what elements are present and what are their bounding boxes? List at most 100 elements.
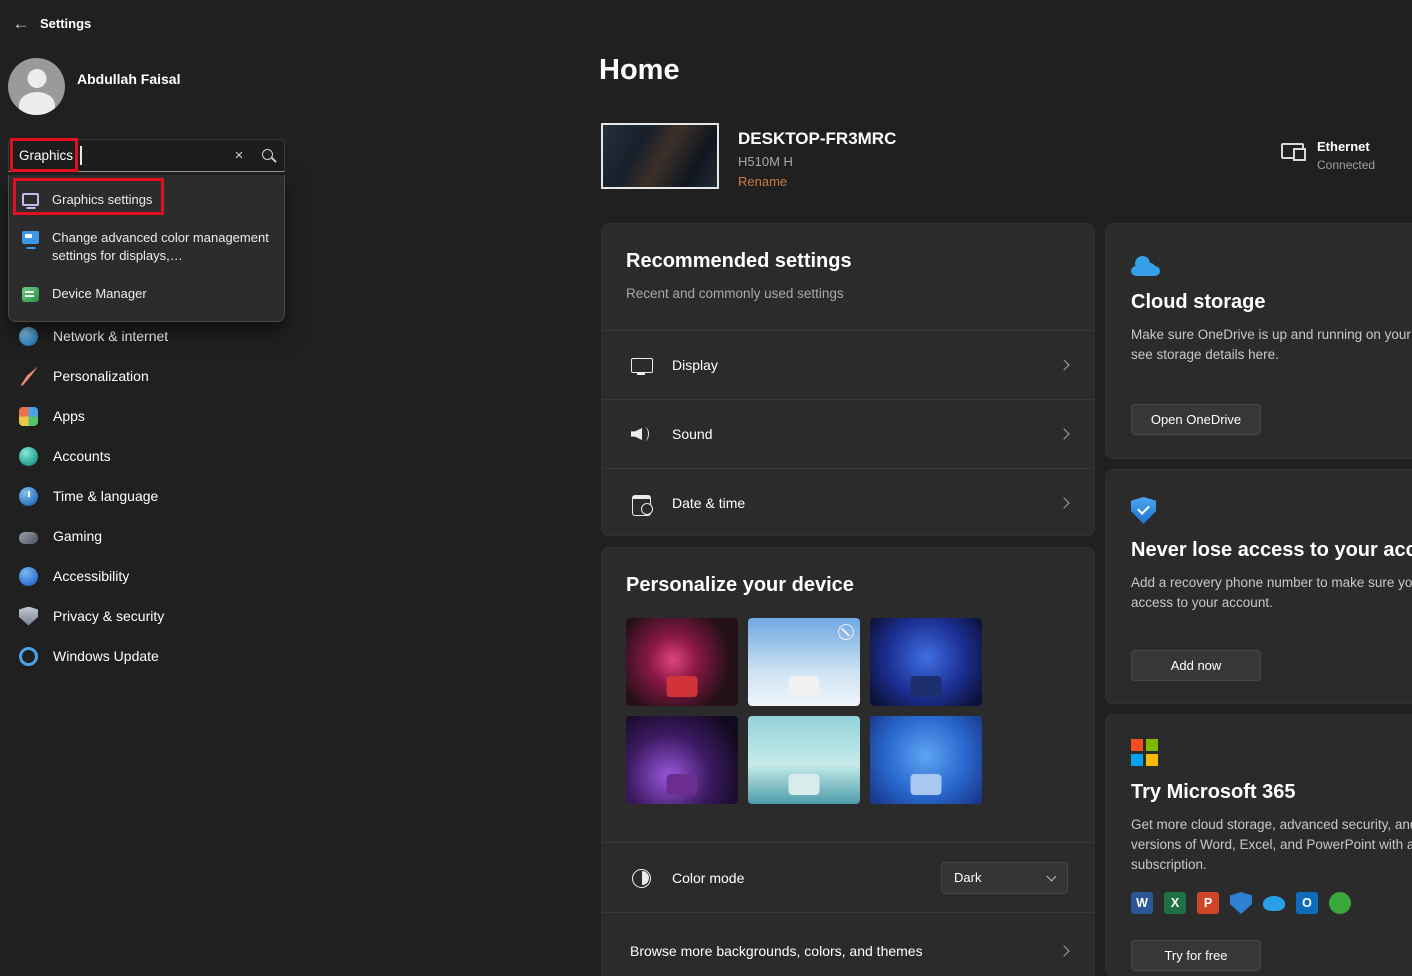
theme-thumbnail-windows-light-theme[interactable] xyxy=(870,716,982,804)
microsoft-365-card: Try Microsoft 365 Get more cloud storage… xyxy=(1105,714,1412,976)
browse-themes-row[interactable]: Browse more backgrounds, colors, and the… xyxy=(602,912,1094,976)
color-mode-label: Color mode xyxy=(672,870,744,886)
device-thumbnail xyxy=(601,123,719,189)
personalize-title: Personalize your device xyxy=(626,574,1070,597)
sidebar-item-label: Windows Update xyxy=(53,648,159,664)
cloud-storage-body: Make sure OneDrive is up and running on … xyxy=(1131,325,1412,365)
family-safety-icon xyxy=(1329,892,1351,914)
sidebar-item-personalization[interactable]: Personalization xyxy=(6,356,292,396)
chevron-right-icon xyxy=(1058,359,1069,370)
account-security-title: Never lose access to your account xyxy=(1131,539,1412,562)
settings-row-label: Date & time xyxy=(672,495,745,511)
network-status-block[interactable]: Ethernet Connected xyxy=(1281,139,1375,172)
settings-row-label: Display xyxy=(672,357,718,373)
settings-row-date-time[interactable]: Date & time xyxy=(602,468,1094,537)
sidebar-item-windows-update[interactable]: Windows Update xyxy=(6,636,292,676)
search-result-graphics-settings[interactable]: Graphics settings xyxy=(9,181,284,219)
cloud-storage-card: Cloud storage Make sure OneDrive is up a… xyxy=(1105,223,1412,459)
sidebar-item-label: Privacy & security xyxy=(53,608,164,624)
sidebar-item-time-language[interactable]: Time & language xyxy=(6,476,292,516)
sidebar-item-apps[interactable]: Apps xyxy=(6,396,292,436)
theme-accent-swatch xyxy=(911,774,942,795)
privacy-icon xyxy=(19,607,38,626)
recommended-title: Recommended settings xyxy=(626,250,1070,273)
office-apps-row: WXPO xyxy=(1131,892,1412,914)
account-security-card: Never lose access to your account Add a … xyxy=(1105,469,1412,704)
add-now-button[interactable]: Add now xyxy=(1131,650,1261,681)
device-name: DESKTOP-FR3MRC xyxy=(738,129,896,149)
sidebar-item-network-internet[interactable]: Network & internet xyxy=(6,316,292,356)
sidebar-item-label: Personalization xyxy=(53,368,149,384)
excel-icon: X xyxy=(1164,892,1186,914)
colormgmt-icon xyxy=(22,231,39,244)
theme-accent-swatch xyxy=(667,774,698,795)
chevron-right-icon xyxy=(1058,945,1069,956)
personalize-card: Personalize your device Color mode Dark … xyxy=(601,547,1095,976)
color-mode-icon xyxy=(630,867,652,889)
personalization-icon xyxy=(19,367,38,386)
ethernet-icon xyxy=(1281,143,1304,159)
sidebar-item-label: Gaming xyxy=(53,528,102,544)
color-mode-value: Dark xyxy=(954,870,981,885)
theme-thumbnail-sunrise-theme[interactable] xyxy=(748,716,860,804)
color-mode-select[interactable]: Dark xyxy=(941,862,1068,894)
clear-search-icon[interactable]: × xyxy=(224,147,254,164)
rename-link[interactable]: Rename xyxy=(738,174,787,189)
search-input[interactable] xyxy=(9,148,224,163)
back-button[interactable]: ← xyxy=(6,12,36,36)
sidebar-item-accessibility[interactable]: Accessibility xyxy=(6,556,292,596)
account-security-body: Add a recovery phone number to make sure… xyxy=(1131,573,1412,613)
theme-thumbnail-blossom-theme[interactable] xyxy=(748,618,860,706)
search-icon[interactable] xyxy=(254,140,284,171)
gaming-icon xyxy=(19,532,38,544)
hide-badge-icon xyxy=(838,624,854,640)
avatar[interactable] xyxy=(8,58,65,115)
display-icon xyxy=(630,354,652,376)
theme-thumbnail-dark-floral-theme[interactable] xyxy=(626,618,738,706)
color-mode-row: Color mode Dark xyxy=(602,842,1094,912)
sidebar-item-label: Time & language xyxy=(53,488,158,504)
sidebar-item-label: Accounts xyxy=(53,448,111,464)
defender-icon xyxy=(1230,892,1252,914)
sidebar-item-label: Accessibility xyxy=(53,568,129,584)
theme-accent-swatch xyxy=(667,676,698,697)
theme-accent-swatch xyxy=(789,774,820,795)
sidebar-item-gaming[interactable]: Gaming xyxy=(6,516,292,556)
accessibility-icon xyxy=(19,567,38,586)
settings-row-display[interactable]: Display xyxy=(602,330,1094,399)
search-result-device-manager[interactable]: Device Manager xyxy=(9,275,284,313)
theme-thumbnail-windows-dark-theme[interactable] xyxy=(870,618,982,706)
browse-themes-label: Browse more backgrounds, colors, and the… xyxy=(630,943,923,959)
devmgr-icon xyxy=(22,287,39,302)
onedrive-icon xyxy=(1263,896,1285,911)
datetime-icon xyxy=(630,492,652,514)
sound-icon xyxy=(630,423,652,445)
chevron-right-icon xyxy=(1058,497,1069,508)
search-result-label: Change advanced color management setting… xyxy=(52,229,271,265)
search-result-label: Device Manager xyxy=(52,285,147,303)
shield-check-icon xyxy=(1131,497,1156,524)
theme-thumbnail-glow-theme[interactable] xyxy=(626,716,738,804)
recommended-subtitle: Recent and commonly used settings xyxy=(626,286,1070,301)
device-model: H510M H xyxy=(738,154,793,169)
sidebar-item-accounts[interactable]: Accounts xyxy=(6,436,292,476)
sidebar-item-label: Apps xyxy=(53,408,85,424)
open-onedrive-button[interactable]: Open OneDrive xyxy=(1131,404,1261,435)
apps-icon xyxy=(19,407,38,426)
sidebar-nav: Network & internet Personalization Apps Acc… xyxy=(0,316,298,676)
cloud-storage-title: Cloud storage xyxy=(1131,291,1412,314)
outlook-icon: O xyxy=(1296,892,1318,914)
search-result-change-advanced-color-management-settings-for-displays[interactable]: Change advanced color management setting… xyxy=(9,219,284,275)
sidebar-item-label: Network & internet xyxy=(53,328,168,344)
chevron-right-icon xyxy=(1058,428,1069,439)
sidebar-item-privacy-security[interactable]: Privacy & security xyxy=(6,596,292,636)
try-for-free-button[interactable]: Try for free xyxy=(1131,940,1261,971)
window-title: Settings xyxy=(40,16,91,31)
accounts-icon xyxy=(19,447,38,466)
chevron-down-icon xyxy=(1047,871,1057,881)
search-box: × xyxy=(8,139,285,172)
theme-thumbnails xyxy=(626,618,982,804)
settings-row-sound[interactable]: Sound xyxy=(602,399,1094,468)
network-icon xyxy=(19,327,38,346)
microsoft-365-body: Get more cloud storage, advanced securit… xyxy=(1131,815,1412,875)
